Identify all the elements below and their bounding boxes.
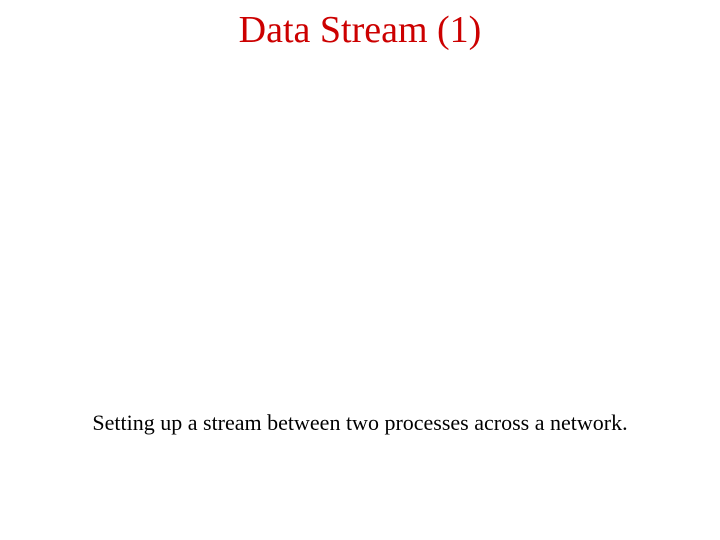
slide-caption: Setting up a stream between two processe…	[0, 410, 720, 436]
slide-title: Data Stream (1)	[0, 8, 720, 52]
